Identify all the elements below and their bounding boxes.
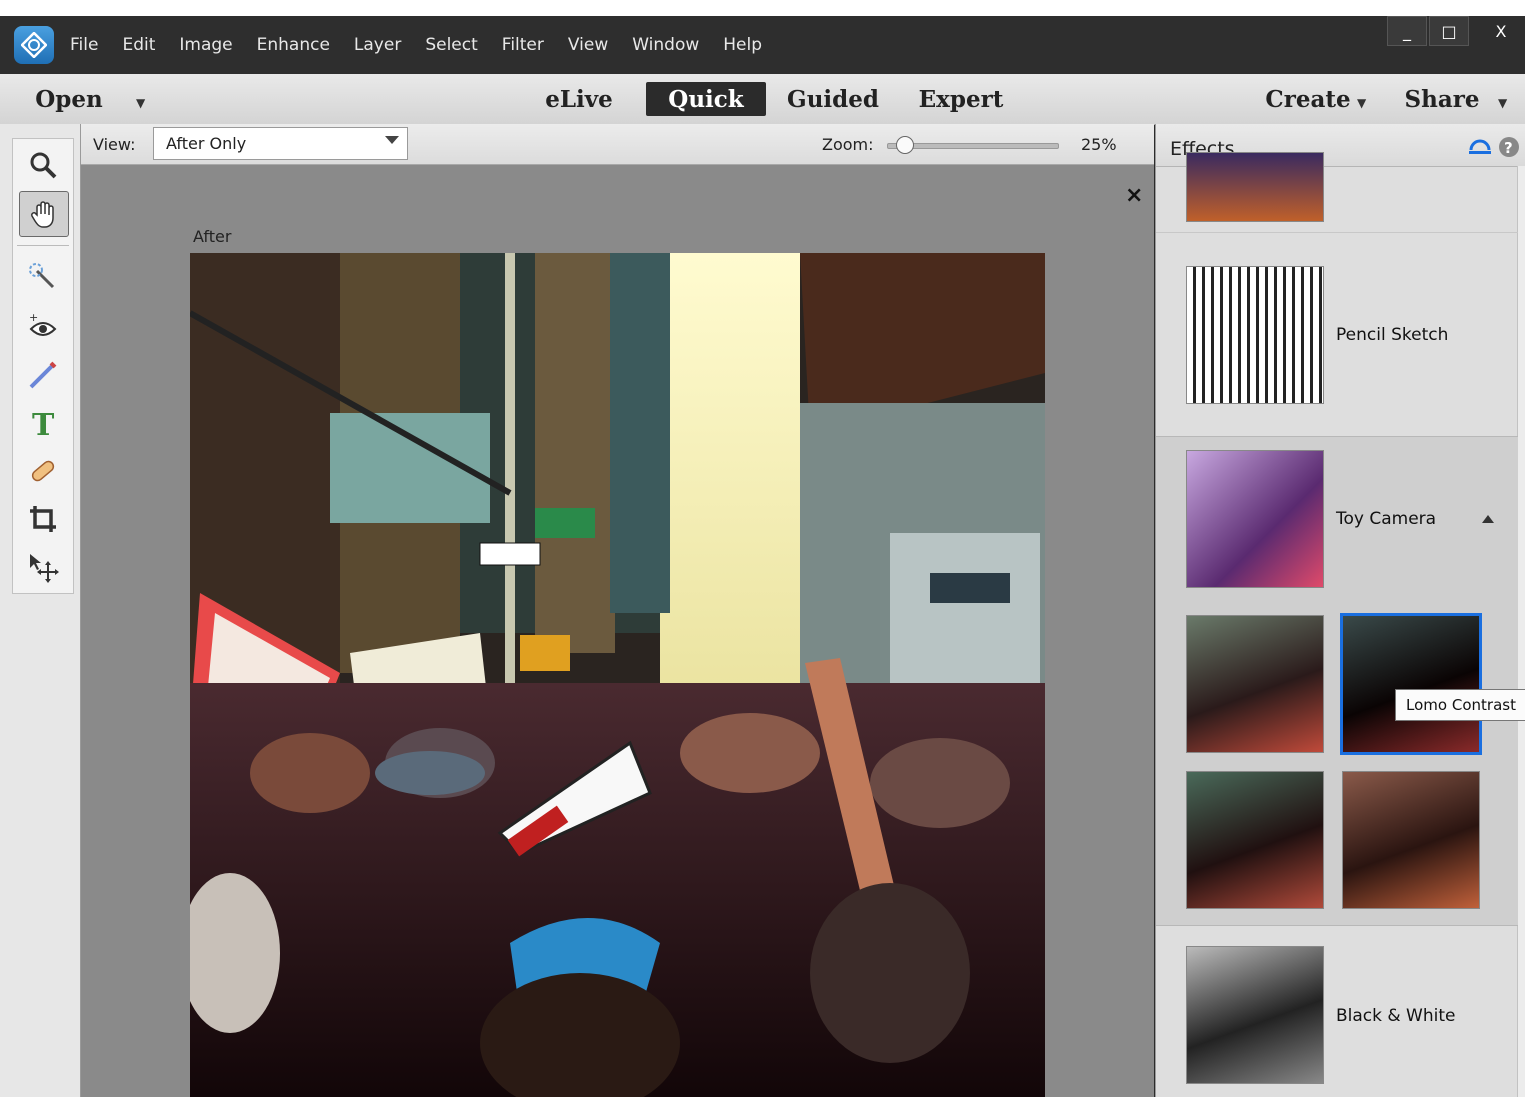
chevron-down-icon [385,136,399,144]
collapse-icon[interactable] [1482,515,1494,523]
view-select[interactable]: After Only [153,127,408,160]
close-icon[interactable]: × [1125,183,1143,208]
mode-bar: Open ▼ eLive Quick Guided Expert Create … [0,74,1525,125]
menu-bar: File Edit Image Enhance Layer Select Fil… [0,16,1525,74]
zoom-slider[interactable] [887,136,1059,154]
menu-layer[interactable]: Layer [354,35,401,55]
move-tool-icon[interactable] [19,545,67,589]
zoom-label: Zoom: [822,135,874,154]
effect-item-pencil-sketch[interactable]: Pencil Sketch [1156,232,1518,435]
spot-healing-tool-icon[interactable] [19,449,67,493]
help-icon[interactable]: ? [1498,136,1520,158]
effect-thumbnail[interactable] [1186,152,1324,222]
toy-camera-variant-3[interactable] [1186,771,1324,909]
menu-view[interactable]: View [568,35,608,55]
app-logo-icon [14,26,54,64]
pencil-sketch-thumbnail[interactable] [1186,266,1324,404]
toolbox-column: + T [0,124,81,1097]
effect-label: Toy Camera [1336,509,1437,529]
lomo-contrast-variant[interactable] [1340,613,1482,755]
type-tool-icon[interactable]: T [19,401,67,445]
zoom-value: 25% [1081,135,1117,154]
create-dropdown-icon[interactable]: ▼ [1357,96,1366,110]
effect-tooltip: Lomo Contrast [1395,689,1525,721]
whiten-teeth-tool-icon[interactable] [19,353,67,397]
menu-help[interactable]: Help [723,35,762,55]
menu-window[interactable]: Window [632,35,699,55]
open-dropdown-icon[interactable]: ▼ [136,96,145,110]
menu-enhance[interactable]: Enhance [257,35,330,55]
svg-text:+: + [29,311,38,324]
menu-select[interactable]: Select [425,35,477,55]
view-select-value: After Only [166,134,247,153]
effects-panel: Effects ? Pencil Sketch Toy Camera Black… [1155,124,1525,1097]
close-window-button[interactable]: X [1471,16,1525,46]
tab-elive[interactable]: eLive [520,82,638,116]
zoom-tool-icon[interactable] [19,143,67,187]
photo-image[interactable] [190,253,1045,1097]
black-white-thumbnail[interactable] [1186,946,1324,1084]
tab-expert[interactable]: Expert [900,82,1022,116]
effect-label: Pencil Sketch [1336,325,1449,345]
toy-camera-variant-1[interactable] [1186,615,1324,753]
effect-label: Black & White [1336,1006,1456,1026]
red-eye-tool-icon[interactable]: + [19,305,67,349]
open-button[interactable]: Open [24,82,114,116]
menu-filter[interactable]: Filter [502,35,544,55]
toy-camera-variant-4[interactable] [1342,771,1480,909]
create-button[interactable]: Create [1258,82,1358,116]
menu-edit[interactable]: Edit [122,35,155,55]
minimize-button[interactable]: _ [1387,16,1427,46]
effect-item-black-white[interactable]: Black & White [1156,926,1518,1097]
menu-image[interactable]: Image [179,35,232,55]
effects-header-icons: ? [1468,136,1520,158]
app-window: File Edit Image Enhance Layer Select Fil… [0,16,1525,1097]
canvas-area: × After [81,165,1154,1097]
toolbox: + T [12,138,74,594]
reset-icon[interactable] [1468,136,1492,156]
zoom-slider-handle[interactable] [896,136,914,154]
quick-selection-tool-icon[interactable] [19,255,67,299]
share-dropdown-icon[interactable]: ▼ [1498,96,1507,110]
maximize-button[interactable]: □ [1429,16,1469,46]
menu-file[interactable]: File [70,35,98,55]
svg-text:?: ? [1504,139,1513,157]
hand-tool-icon[interactable] [19,191,69,237]
share-button[interactable]: Share [1400,82,1484,116]
toy-camera-thumbnail[interactable] [1186,450,1324,588]
toolbox-divider [17,245,69,246]
window-controls: _ □ X [1385,16,1525,46]
effects-scrollbar[interactable] [1517,166,1525,1097]
crop-tool-icon[interactable] [19,497,67,541]
options-bar: View: After Only Zoom: 25% [81,124,1154,165]
after-label: After [193,227,232,246]
view-label: View: [93,135,136,154]
svg-text:T: T [32,408,55,439]
main-menu: File Edit Image Enhance Layer Select Fil… [70,16,786,74]
tab-guided[interactable]: Guided [774,82,892,116]
effect-item-toy-camera[interactable]: Toy Camera [1156,436,1518,926]
tab-quick[interactable]: Quick [646,82,766,116]
